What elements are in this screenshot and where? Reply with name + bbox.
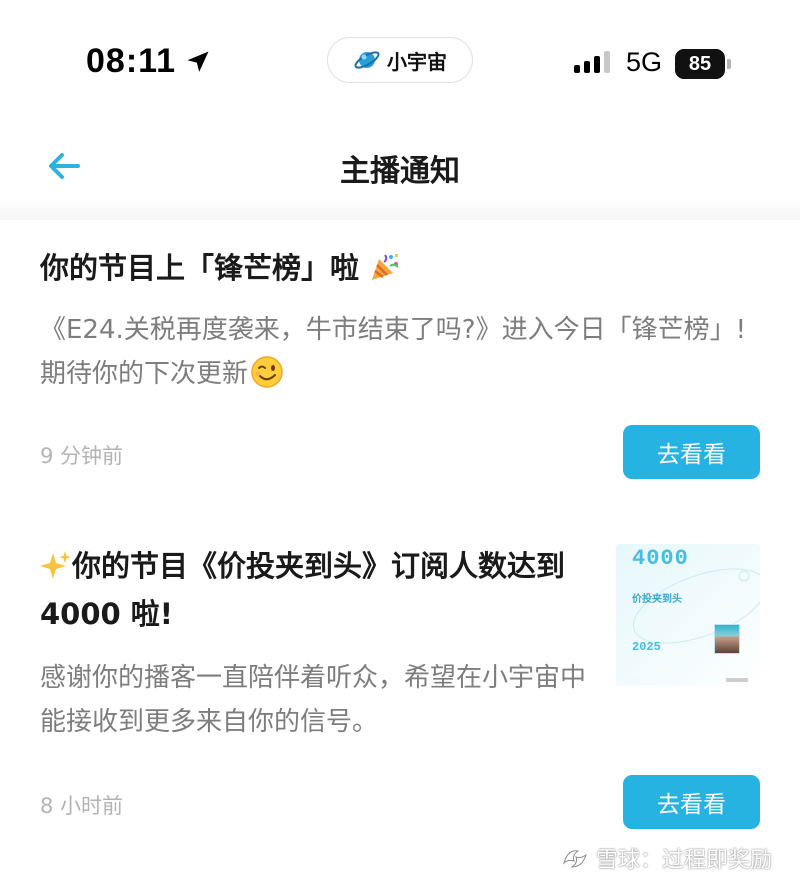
view-button[interactable]: 去看看 <box>623 425 760 479</box>
cellular-signal-icon <box>574 51 610 73</box>
battery-body: 85 <box>675 49 725 79</box>
view-button[interactable]: 去看看 <box>623 775 760 829</box>
thumbnail-year: 2025 <box>632 640 661 654</box>
notification-title: 你的节目上「锋芒榜」啦 <box>40 244 760 292</box>
podcast-cover-image <box>714 624 740 654</box>
status-time: 08:11 <box>86 42 177 80</box>
thumbnail-count: 4000 <box>632 546 689 571</box>
milestone-thumbnail[interactable]: 4000 价投夹到头 2025 <box>616 544 760 686</box>
sparkles-icon <box>40 551 71 579</box>
time-group: 08:11 <box>86 42 212 81</box>
battery-icon: 85 <box>675 49 731 79</box>
snowball-logo-icon <box>562 850 587 868</box>
battery-level: 85 <box>688 52 712 75</box>
app-name: 小宇宙 <box>387 49 447 74</box>
notification-body: 感谢你的播客一直陪伴着听众，希望在小宇宙中能接收到更多来自你的信号。 <box>40 663 587 737</box>
thumbnail-show-name: 价投夹到头 <box>632 594 682 605</box>
status-bar: 08:11 小宇宙 5G 85 <box>0 0 800 110</box>
notification-title-text: 你的节目《价投夹到头》订阅人数达到 4000 啦! <box>40 549 566 631</box>
winking-face-icon <box>251 356 283 388</box>
page-title: 主播通知 <box>340 154 460 189</box>
notification-time: 9 分钟前 <box>40 444 124 468</box>
party-popper-icon <box>372 254 399 280</box>
network-type: 5G <box>626 47 663 77</box>
battery-tip <box>727 59 731 69</box>
notification-body-text: 《E24.关税再度袭来，牛市结束了吗?》进入今日「锋芒榜」! 期待你的下次更新 <box>40 315 746 389</box>
header-bar: 主播通知 <box>0 110 800 220</box>
notification-title: 你的节目《价投夹到头》订阅人数达到 4000 啦! <box>40 542 600 638</box>
watermark: 雪球：过程即奖励 <box>560 842 772 874</box>
watermark-text: 雪球：过程即奖励 <box>596 848 773 873</box>
notification-time: 8 小时前 <box>40 794 124 818</box>
app-pill[interactable]: 小宇宙 <box>327 37 473 83</box>
thumbnail-footer-mark <box>726 678 748 682</box>
notification-body: 《E24.关税再度袭来，牛市结束了吗?》进入今日「锋芒榜」! 期待你的下次更新 <box>40 308 760 396</box>
notification-title-text: 你的节目上「锋芒榜」啦 <box>40 251 360 285</box>
planet-icon <box>354 51 380 69</box>
location-arrow-icon <box>187 51 209 72</box>
